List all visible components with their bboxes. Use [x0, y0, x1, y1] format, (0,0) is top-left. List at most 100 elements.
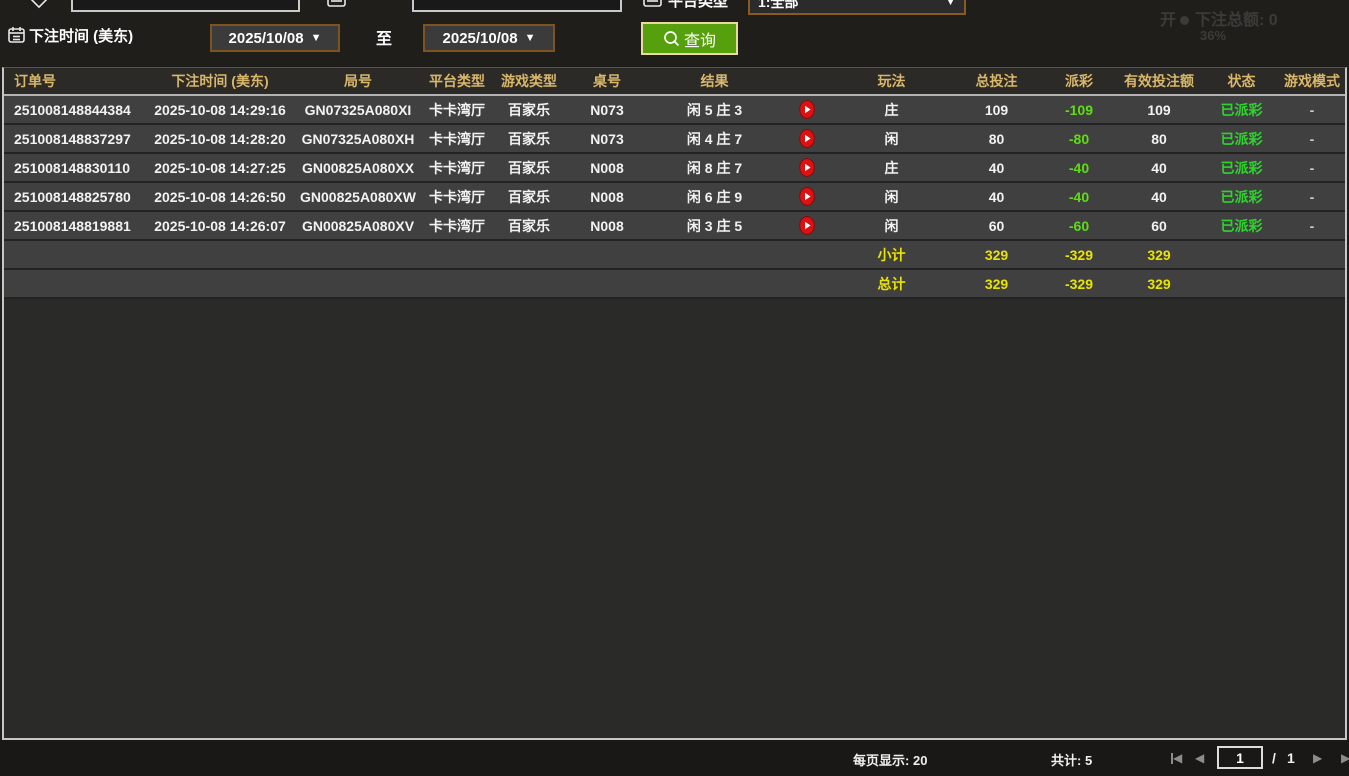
- cell-play: 闲: [834, 129, 949, 149]
- cell-status: 已派彩: [1204, 100, 1279, 120]
- cell-total-bet: 40: [949, 189, 1044, 205]
- cell-payout: -40: [1044, 160, 1114, 176]
- bleed-bet-total: 开下注总额: 0: [1160, 6, 1278, 30]
- query-button-label: 查询: [684, 27, 716, 51]
- cell-bet-time: 2025-10-08 14:29:16: [144, 102, 296, 118]
- cell-game-type: 百家乐: [494, 129, 564, 149]
- replay-icon: [799, 100, 815, 119]
- last-page-button[interactable]: ▶: [1341, 752, 1349, 764]
- query-button[interactable]: 查询: [641, 22, 738, 55]
- cell-round-no: GN00825A080XW: [296, 189, 420, 205]
- column-header: 下注时间 (美东): [144, 71, 296, 91]
- platform-type-label: 平台类型: [668, 0, 728, 11]
- column-header: 平台类型: [420, 71, 494, 91]
- cell-bet-time: 2025-10-08 14:26:50: [144, 189, 296, 205]
- date-from-picker[interactable]: 2025/10/08 ▼: [210, 24, 340, 52]
- cell-total-bet: 40: [949, 160, 1044, 176]
- filter-field2-input[interactable]: [412, 0, 622, 12]
- cell-payout: -60: [1044, 218, 1114, 234]
- cell-valid-bet: 40: [1114, 189, 1204, 205]
- subtotal-row: 小计329-329329: [4, 241, 1345, 270]
- cell-valid-bet: 109: [1114, 102, 1204, 118]
- cell-game-type: 百家乐: [494, 158, 564, 178]
- cell-table-no: N073: [564, 131, 650, 147]
- next-page-button[interactable]: ▶: [1313, 752, 1322, 764]
- replay-button[interactable]: [779, 129, 834, 148]
- cell-game-mode: -: [1279, 131, 1345, 147]
- column-header: 局号: [296, 71, 420, 91]
- date-to-picker[interactable]: 2025/10/08 ▼: [423, 24, 555, 52]
- table-row: 2510081488198812025-10-08 14:26:07GN0082…: [4, 212, 1345, 241]
- cell-total-bet: 80: [949, 131, 1044, 147]
- cell-platform: 卡卡湾厅: [420, 100, 494, 120]
- cell-table-no: N008: [564, 160, 650, 176]
- cell-play: 庄: [834, 158, 949, 178]
- column-header: 总投注: [949, 71, 1044, 91]
- date-to-value: 2025/10/08: [443, 30, 518, 47]
- cell-play: 庄: [834, 100, 949, 120]
- column-header: 桌号: [564, 71, 650, 91]
- cell-game-type: 百家乐: [494, 187, 564, 207]
- cell-total-bet: 60: [949, 218, 1044, 234]
- footer-bar: 每页显示: 20 共计: 5 ◀ ◀ / 1 ▶ ▶: [0, 740, 1349, 776]
- replay-icon: [799, 158, 815, 177]
- chevron-down-icon: ▼: [945, 0, 956, 8]
- cell-result: 闲 6 庄 9: [650, 187, 779, 207]
- cell-table-no: N008: [564, 189, 650, 205]
- platform-type-select[interactable]: 1:全部 ▼: [748, 0, 966, 15]
- cell-result: 闲 8 庄 7: [650, 158, 779, 178]
- replay-button[interactable]: [779, 216, 834, 235]
- chevron-down-icon: ▼: [525, 32, 536, 44]
- filter-field1-input[interactable]: [71, 0, 300, 12]
- chevron-down-icon: ▼: [311, 32, 322, 44]
- cell-round-no: GN07325A080XH: [296, 131, 420, 147]
- replay-icon: [799, 129, 815, 148]
- total-count-label: 共计: 5: [1051, 750, 1092, 769]
- grand-total-cell: -329: [1044, 276, 1114, 292]
- cell-round-no: GN07325A080XI: [296, 102, 420, 118]
- cell-result: 闲 4 庄 7: [650, 129, 779, 149]
- cell-platform: 卡卡湾厅: [420, 158, 494, 178]
- column-header: 玩法: [834, 71, 949, 91]
- page-number-input[interactable]: [1217, 746, 1263, 769]
- search-icon: [663, 30, 680, 47]
- column-header: 游戏类型: [494, 71, 564, 91]
- cell-platform: 卡卡湾厅: [420, 216, 494, 236]
- page-separator: /: [1272, 750, 1276, 766]
- column-header: 状态: [1204, 71, 1279, 91]
- replay-button[interactable]: [779, 187, 834, 206]
- cell-game-mode: -: [1279, 102, 1345, 118]
- cell-status: 已派彩: [1204, 187, 1279, 207]
- first-page-button[interactable]: ◀: [1171, 752, 1182, 764]
- cell-game-mode: -: [1279, 189, 1345, 205]
- cell-status: 已派彩: [1204, 216, 1279, 236]
- cell-play: 闲: [834, 187, 949, 207]
- cell-valid-bet: 40: [1114, 160, 1204, 176]
- cell-result: 闲 5 庄 3: [650, 100, 779, 120]
- table-row: 2510081488443842025-10-08 14:29:16GN0732…: [4, 96, 1345, 125]
- prev-page-button[interactable]: ◀: [1195, 752, 1204, 764]
- cell-game-type: 百家乐: [494, 100, 564, 120]
- date-from-value: 2025/10/08: [229, 30, 304, 47]
- cell-platform: 卡卡湾厅: [420, 187, 494, 207]
- cell-play: 闲: [834, 216, 949, 236]
- page-total: 1: [1287, 750, 1295, 766]
- cell-order-no: 251008148844384: [4, 102, 144, 118]
- subtotal-cell: 小计: [834, 245, 949, 265]
- replay-icon: [799, 187, 815, 206]
- cell-order-no: 251008148825780: [4, 189, 144, 205]
- cell-bet-time: 2025-10-08 14:26:07: [144, 218, 296, 234]
- results-table: 订单号下注时间 (美东)局号平台类型游戏类型桌号结果玩法总投注派彩有效投注额状态…: [2, 67, 1347, 740]
- cell-order-no: 251008148837297: [4, 131, 144, 147]
- replay-button[interactable]: [779, 100, 834, 119]
- cell-order-no: 251008148819881: [4, 218, 144, 234]
- bleed-dot: [1180, 16, 1189, 25]
- cell-game-type: 百家乐: [494, 216, 564, 236]
- grand-total-cell: 329: [1114, 276, 1204, 292]
- cell-payout: -80: [1044, 131, 1114, 147]
- cell-round-no: GN00825A080XX: [296, 160, 420, 176]
- per-page-label: 每页显示: 20: [853, 750, 927, 769]
- table-row: 2510081488372972025-10-08 14:28:20GN0732…: [4, 125, 1345, 154]
- cell-valid-bet: 60: [1114, 218, 1204, 234]
- replay-button[interactable]: [779, 158, 834, 177]
